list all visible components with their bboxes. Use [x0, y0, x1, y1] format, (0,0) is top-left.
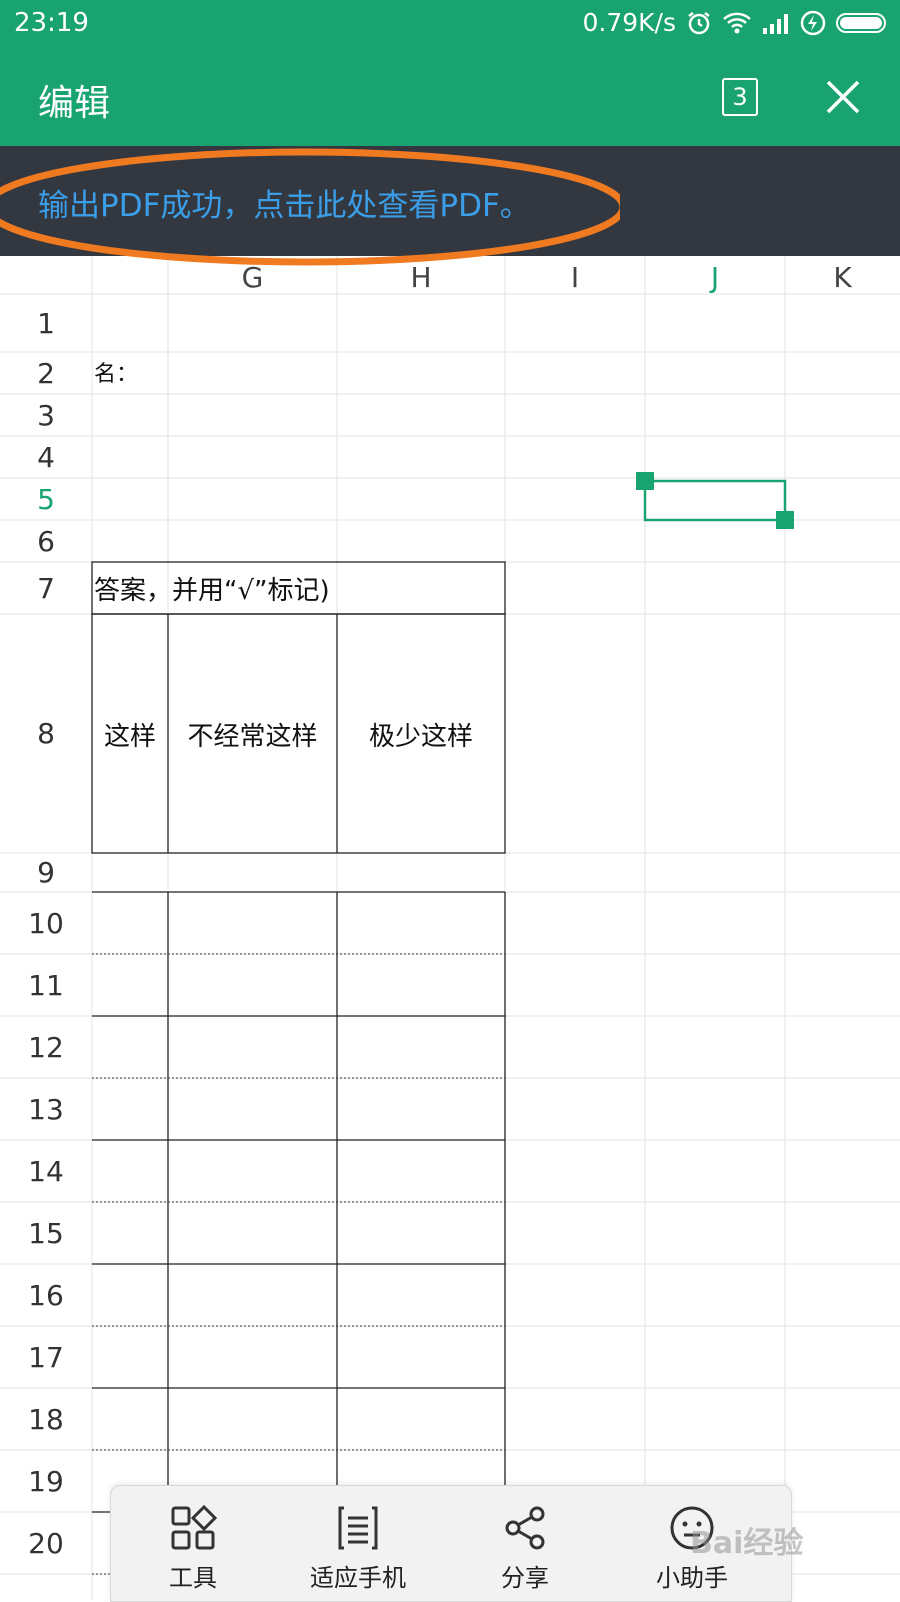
page-title: 编辑	[38, 83, 111, 124]
column-header-i[interactable]: I	[505, 256, 645, 294]
row-header-3[interactable]: 3	[0, 394, 92, 436]
share-button[interactable]: 分享	[455, 1486, 595, 1601]
row-header-7[interactable]: 7	[0, 562, 92, 614]
grid-shapes-icon	[171, 1504, 217, 1550]
cell-g8[interactable]: 不经常这样	[168, 716, 337, 753]
row-header-17[interactable]: 17	[0, 1326, 92, 1388]
column-header-h[interactable]: H	[337, 256, 505, 294]
alarm-icon	[688, 11, 710, 34]
battery-icon	[836, 12, 886, 33]
column-header-g[interactable]: G	[168, 256, 337, 294]
row-header-4[interactable]: 4	[0, 436, 92, 478]
row-header-10[interactable]: 10	[0, 892, 92, 954]
spreadsheet-grid[interactable]: G H I J K 1 2 3 4 5 6 7 8 9 10 11 12 13 …	[0, 256, 900, 1600]
wifi-icon	[723, 12, 751, 33]
row-header-1[interactable]: 1	[0, 294, 92, 352]
signal-icon	[763, 13, 788, 34]
cell-f8[interactable]: 这样	[92, 716, 168, 753]
assistant-label: 小助手	[656, 1564, 728, 1592]
row-header-9[interactable]: 9	[0, 853, 92, 892]
row-header-8[interactable]: 8	[0, 614, 92, 853]
watermark-logo: Bai经验	[690, 1526, 804, 1561]
status-time: 23:19	[14, 8, 89, 38]
cell-f7[interactable]: 答案，并用“√”标记)	[94, 570, 494, 607]
status-bar: 23:19 0.79K/s	[0, 0, 900, 48]
close-icon[interactable]	[820, 74, 866, 120]
status-icons: 0.79K/s	[582, 8, 886, 37]
row-header-15[interactable]: 15	[0, 1202, 92, 1264]
fit-phone-button[interactable]: 适应手机	[288, 1486, 428, 1601]
tab-count-button[interactable]: 3	[722, 78, 758, 116]
row-header-11[interactable]: 11	[0, 954, 92, 1016]
share-icon	[505, 1506, 545, 1550]
fit-phone-icon	[338, 1506, 378, 1550]
row-header-12[interactable]: 12	[0, 1016, 92, 1078]
charging-icon	[800, 10, 826, 35]
row-header-20[interactable]: 20	[0, 1512, 92, 1574]
row-header-6[interactable]: 6	[0, 520, 92, 562]
cell-f2[interactable]: 名：	[94, 356, 164, 388]
row-header-13[interactable]: 13	[0, 1078, 92, 1140]
share-label: 分享	[501, 1564, 549, 1592]
tools-button[interactable]: 工具	[123, 1486, 263, 1601]
row-header-18[interactable]: 18	[0, 1388, 92, 1450]
selection-handle-bottom[interactable]	[776, 511, 794, 529]
cell-h8[interactable]: 极少这样	[337, 716, 505, 753]
pdf-success-text[interactable]: 输出PDF成功，点击此处查看PDF。	[38, 180, 531, 225]
pdf-success-banner[interactable]: 输出PDF成功，点击此处查看PDF。	[0, 146, 900, 256]
column-header-k[interactable]: K	[785, 256, 900, 294]
app-bar: 编辑 3	[0, 48, 900, 146]
fit-phone-label: 适应手机	[310, 1564, 406, 1592]
row-header-16[interactable]: 16	[0, 1264, 92, 1326]
row-header-14[interactable]: 14	[0, 1140, 92, 1202]
tools-label: 工具	[169, 1564, 217, 1592]
grid-lines	[0, 256, 900, 1600]
row-header-5[interactable]: 5	[0, 478, 92, 520]
selected-cell[interactable]	[643, 479, 787, 522]
network-speed: 0.79K/s	[582, 8, 676, 37]
row-header-2[interactable]: 2	[0, 352, 92, 394]
column-header-j[interactable]: J	[645, 256, 785, 294]
selection-handle-top[interactable]	[636, 472, 654, 490]
row-header-19[interactable]: 19	[0, 1450, 92, 1512]
